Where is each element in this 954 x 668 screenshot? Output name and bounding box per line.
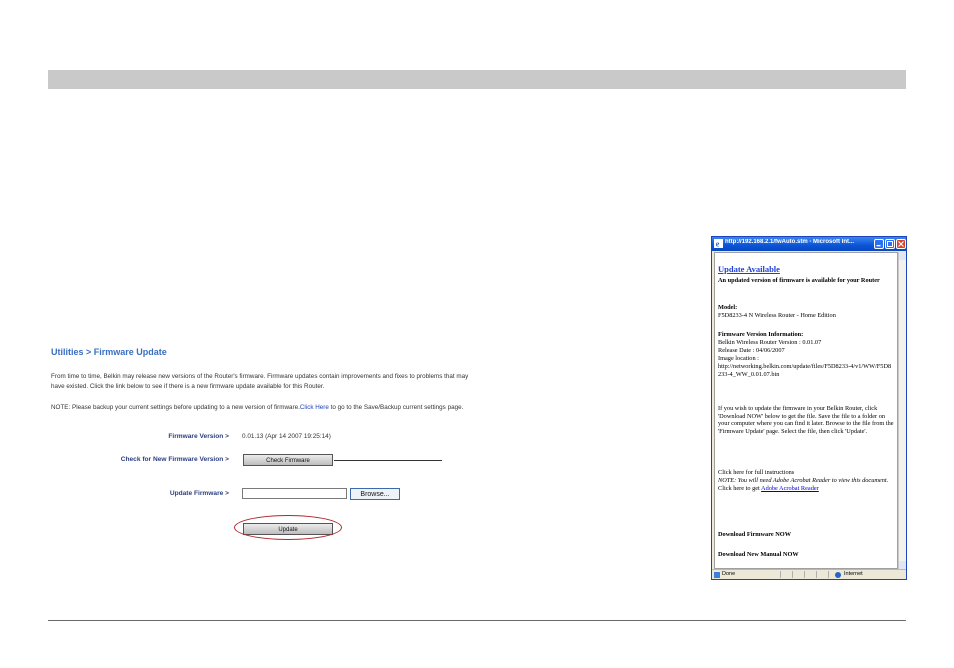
close-icon bbox=[898, 241, 904, 247]
maximize-icon bbox=[887, 241, 893, 247]
model-value: F5D8233-4 N Wireless Router - Home Editi… bbox=[718, 312, 836, 319]
status-bar: Done Internet bbox=[712, 569, 906, 579]
full-instructions-link[interactable]: Click here for full instructions bbox=[718, 469, 894, 477]
close-button[interactable] bbox=[896, 239, 906, 249]
download-firmware-link[interactable]: Download Firmware NOW bbox=[718, 531, 894, 539]
download-manual-link[interactable]: Download New Manual NOW bbox=[718, 551, 894, 559]
status-divider bbox=[780, 571, 781, 578]
scroll-down-arrow-icon[interactable] bbox=[899, 561, 906, 569]
status-divider bbox=[804, 571, 805, 578]
firmware-file-input[interactable] bbox=[242, 488, 347, 499]
acrobat-note: NOTE: You will need Adobe Acrobat Reader… bbox=[718, 477, 894, 492]
update-firmware-label: Update Firmware > bbox=[169, 490, 229, 497]
status-text: Done bbox=[722, 571, 736, 577]
model-label: Model: bbox=[718, 304, 738, 311]
minimize-icon bbox=[876, 245, 881, 247]
svg-text:e: e bbox=[716, 240, 720, 248]
release-date-line: Release Date : 04/06/2007 bbox=[718, 347, 785, 354]
security-zone: Internet bbox=[844, 571, 863, 577]
firmware-version-label: Firmware Version > bbox=[168, 433, 229, 440]
image-location-label: Image location : bbox=[718, 355, 759, 362]
title-bar[interactable]: e http://192.168.2.1/fwAuto.stm - Micros… bbox=[712, 237, 906, 251]
highlight-circle bbox=[234, 515, 342, 540]
browse-button[interactable]: Browse... bbox=[350, 488, 400, 500]
check-firmware-button[interactable]: Check Firmware bbox=[243, 454, 333, 466]
page-done-icon bbox=[714, 572, 720, 578]
maximize-button[interactable] bbox=[885, 239, 895, 249]
update-message: An updated version of firmware is availa… bbox=[718, 277, 880, 284]
header-band bbox=[48, 70, 906, 89]
note-prefix: NOTE: Please backup your current setting… bbox=[51, 404, 300, 411]
ie-icon: e bbox=[714, 239, 723, 248]
minimize-button[interactable] bbox=[874, 239, 884, 249]
breadcrumb: Utilities > Firmware Update bbox=[51, 347, 167, 357]
image-location-url: http://networking.belkin.com/update/file… bbox=[718, 363, 892, 378]
callout-line bbox=[334, 460, 442, 461]
update-popup-window: e http://192.168.2.1/fwAuto.stm - Micros… bbox=[711, 236, 907, 580]
status-divider bbox=[828, 571, 829, 578]
note-suffix: to go to the Save/Backup current setting… bbox=[328, 404, 464, 411]
check-firmware-label: Check for New Firmware Version > bbox=[120, 456, 229, 463]
vertical-scrollbar[interactable] bbox=[898, 252, 906, 569]
window-title: http://192.168.2.1/fwAuto.stm - Microsof… bbox=[725, 239, 855, 245]
acrobat-reader-link[interactable]: Adobe Acrobat Reader bbox=[761, 485, 819, 492]
scroll-up-arrow-icon[interactable] bbox=[899, 252, 906, 260]
acrobat-note-get: Click here to get bbox=[718, 484, 762, 492]
popup-content: Update Available An updated version of f… bbox=[714, 252, 898, 569]
intro-text: From time to time, Belkin may release ne… bbox=[51, 373, 469, 390]
instructions-text: If you wish to update the firmware in yo… bbox=[718, 405, 894, 435]
backup-note: NOTE: Please backup your current setting… bbox=[51, 403, 471, 413]
firmware-version-value: 0.01.13 (Apr 14 2007 19:25:14) bbox=[242, 433, 331, 440]
click-here-link[interactable]: Click Here bbox=[300, 404, 329, 411]
status-divider bbox=[792, 571, 793, 578]
status-divider bbox=[816, 571, 817, 578]
firmware-info-label: Firmware Version Information: bbox=[718, 331, 804, 338]
acrobat-note-text: NOTE: You will need Adobe Acrobat Reader… bbox=[718, 477, 889, 484]
internet-globe-icon bbox=[835, 572, 841, 578]
footer-rule bbox=[48, 620, 906, 621]
firmware-version-line: Belkin Wireless Router Version : 0.01.07 bbox=[718, 339, 822, 346]
update-available-link[interactable]: Update Available bbox=[718, 265, 894, 274]
